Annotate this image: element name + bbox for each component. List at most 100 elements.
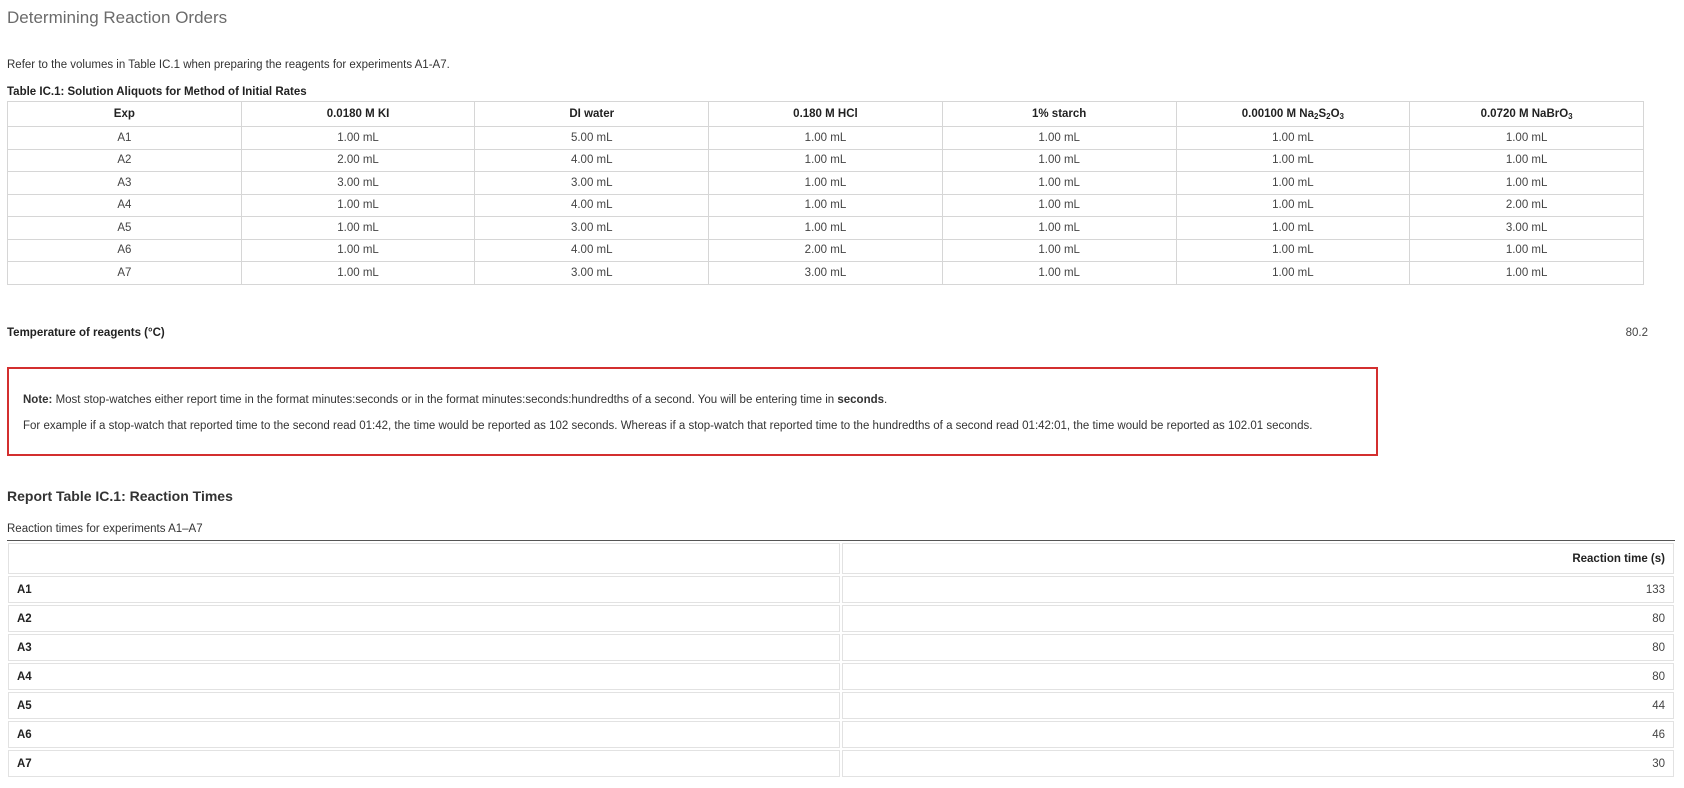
exp-cell: A3 bbox=[7, 171, 242, 195]
volume-cell: 3.00 mL bbox=[240, 171, 476, 195]
volume-cell: 4.00 mL bbox=[474, 238, 710, 262]
header-bromate: 0.0720 M NaBrO3 bbox=[1409, 101, 1644, 127]
table-row: A2 80 bbox=[7, 604, 1675, 633]
report-divider bbox=[7, 540, 1675, 541]
reaction-time-value[interactable]: 80 bbox=[842, 634, 1674, 661]
volume-cell: 1.00 mL bbox=[1175, 126, 1411, 150]
temperature-label: Temperature of reagents (°C) bbox=[7, 327, 165, 339]
page-title: Determining Reaction Orders bbox=[7, 8, 228, 27]
aliquot-table-caption: Table IC.1: Solution Aliquots for Method… bbox=[7, 86, 307, 98]
table-row: A5 1.00 mL 3.00 mL 1.00 mL 1.00 mL 1.00 mL 3.0… bbox=[7, 216, 1644, 240]
volume-cell: 1.00 mL bbox=[240, 216, 476, 240]
note-seconds-emphasis: seconds bbox=[837, 394, 885, 406]
exp-cell: A5 bbox=[7, 216, 242, 240]
experiment-label: A4 bbox=[8, 663, 840, 690]
table-row: A1 1.00 mL 5.00 mL 1.00 mL 1.00 mL 1.00 mL 1.0… bbox=[7, 126, 1644, 150]
header-hcl: 0.180 M HCl bbox=[708, 101, 943, 127]
volume-cell: 1.00 mL bbox=[1409, 261, 1644, 285]
reaction-time-value[interactable]: 80 bbox=[842, 663, 1674, 690]
reaction-times-header-row: Reaction time (s) bbox=[7, 542, 1675, 575]
experiment-label: A2 bbox=[8, 605, 840, 632]
volume-cell: 2.00 mL bbox=[708, 238, 943, 262]
experiment-label: A7 bbox=[8, 750, 840, 777]
volume-cell: 4.00 mL bbox=[474, 193, 710, 217]
volume-cell: 1.00 mL bbox=[1175, 261, 1411, 285]
volume-cell: 3.00 mL bbox=[708, 261, 943, 285]
volume-cell: 2.00 mL bbox=[1409, 193, 1644, 217]
reaction-time-value[interactable]: 133 bbox=[842, 576, 1674, 603]
volume-cell: 1.00 mL bbox=[941, 261, 1177, 285]
volume-cell: 1.00 mL bbox=[941, 126, 1177, 150]
experiment-label: A5 bbox=[8, 692, 840, 719]
table-row: A1 133 bbox=[7, 575, 1675, 604]
note-box: Note: Most stop-watches either report ti… bbox=[7, 367, 1378, 456]
table-row: A2 2.00 mL 4.00 mL 1.00 mL 1.00 mL 1.00 mL 1.0… bbox=[7, 148, 1644, 172]
volume-cell: 1.00 mL bbox=[941, 238, 1177, 262]
volume-cell: 3.00 mL bbox=[474, 261, 710, 285]
report-title: Report Table IC.1: Reaction Times bbox=[7, 488, 233, 504]
table-row: A4 80 bbox=[7, 662, 1675, 691]
volume-cell: 1.00 mL bbox=[1409, 148, 1644, 172]
volume-cell: 3.00 mL bbox=[1409, 216, 1644, 240]
reaction-time-value[interactable]: 30 bbox=[842, 750, 1674, 777]
note-text: Most stop-watches either report time in … bbox=[52, 394, 838, 406]
volume-cell: 1.00 mL bbox=[941, 216, 1177, 240]
experiment-label: A6 bbox=[8, 721, 840, 748]
table-row: A3 80 bbox=[7, 633, 1675, 662]
report-caption: Reaction times for experiments A1–A7 bbox=[7, 523, 203, 535]
header-reaction-time: Reaction time (s) bbox=[842, 543, 1674, 574]
volume-cell: 1.00 mL bbox=[941, 193, 1177, 217]
experiment-label: A1 bbox=[8, 576, 840, 603]
reaction-times-table: Reaction time (s) A1 133 A2 80 A3 80 A4 80 A5 44 A… bbox=[7, 542, 1675, 778]
volume-cell: 1.00 mL bbox=[708, 171, 943, 195]
volume-cell: 1.00 mL bbox=[708, 216, 943, 240]
header-starch: 1% starch bbox=[941, 101, 1177, 127]
table-row: A6 1.00 mL 4.00 mL 2.00 mL 1.00 mL 1.00 mL 1.0… bbox=[7, 238, 1644, 262]
volume-cell: 5.00 mL bbox=[474, 126, 710, 150]
experiment-label: A3 bbox=[8, 634, 840, 661]
note-line-1: Note: Most stop-watches either report ti… bbox=[23, 394, 888, 406]
table-row: A3 3.00 mL 3.00 mL 1.00 mL 1.00 mL 1.00 mL 1.0… bbox=[7, 171, 1644, 195]
volume-cell: 1.00 mL bbox=[1409, 126, 1644, 150]
volume-cell: 1.00 mL bbox=[941, 171, 1177, 195]
exp-cell: A2 bbox=[7, 148, 242, 172]
aliquot-table-header-row: Exp 0.0180 M KI DI water 0.180 M HCl 1% … bbox=[7, 101, 1644, 127]
volume-cell: 1.00 mL bbox=[1175, 171, 1411, 195]
header-exp: Exp bbox=[7, 101, 242, 127]
table-row: A6 46 bbox=[7, 720, 1675, 749]
header-water: DI water bbox=[474, 101, 710, 127]
volume-cell: 1.00 mL bbox=[240, 126, 476, 150]
volume-cell: 1.00 mL bbox=[1175, 216, 1411, 240]
aliquot-table: Exp 0.0180 M KI DI water 0.180 M HCl 1% … bbox=[7, 101, 1644, 285]
note-label: Note: bbox=[23, 394, 53, 406]
volume-cell: 1.00 mL bbox=[1409, 171, 1644, 195]
volume-cell: 3.00 mL bbox=[474, 216, 710, 240]
temperature-value: 80.2 bbox=[1625, 327, 1648, 339]
volume-cell: 1.00 mL bbox=[941, 148, 1177, 172]
exp-cell: A6 bbox=[7, 238, 242, 262]
reaction-time-value[interactable]: 46 bbox=[842, 721, 1674, 748]
volume-cell: 1.00 mL bbox=[240, 193, 476, 217]
volume-cell: 1.00 mL bbox=[708, 126, 943, 150]
exp-cell: A4 bbox=[7, 193, 242, 217]
table-row: A7 1.00 mL 3.00 mL 3.00 mL 1.00 mL 1.00 mL 1.0… bbox=[7, 261, 1644, 285]
volume-cell: 2.00 mL bbox=[240, 148, 476, 172]
intro-text: Refer to the volumes in Table IC.1 when … bbox=[7, 59, 450, 71]
volume-cell: 1.00 mL bbox=[1175, 238, 1411, 262]
exp-cell: A1 bbox=[7, 126, 242, 150]
exp-cell: A7 bbox=[7, 261, 242, 285]
reaction-time-value[interactable]: 80 bbox=[842, 605, 1674, 632]
volume-cell: 4.00 mL bbox=[474, 148, 710, 172]
volume-cell: 1.00 mL bbox=[1175, 193, 1411, 217]
table-row: A7 30 bbox=[7, 749, 1675, 778]
table-row: A5 44 bbox=[7, 691, 1675, 720]
note-line-2: For example if a stop-watch that reporte… bbox=[23, 420, 1313, 432]
header-empty-cell bbox=[8, 543, 840, 574]
volume-cell: 1.00 mL bbox=[240, 261, 476, 285]
volume-cell: 1.00 mL bbox=[708, 193, 943, 217]
volume-cell: 1.00 mL bbox=[240, 238, 476, 262]
volume-cell: 3.00 mL bbox=[474, 171, 710, 195]
header-thiosulfate: 0.00100 M Na2S2O3 bbox=[1175, 101, 1411, 127]
reaction-time-value[interactable]: 44 bbox=[842, 692, 1674, 719]
header-ki: 0.0180 M KI bbox=[240, 101, 476, 127]
